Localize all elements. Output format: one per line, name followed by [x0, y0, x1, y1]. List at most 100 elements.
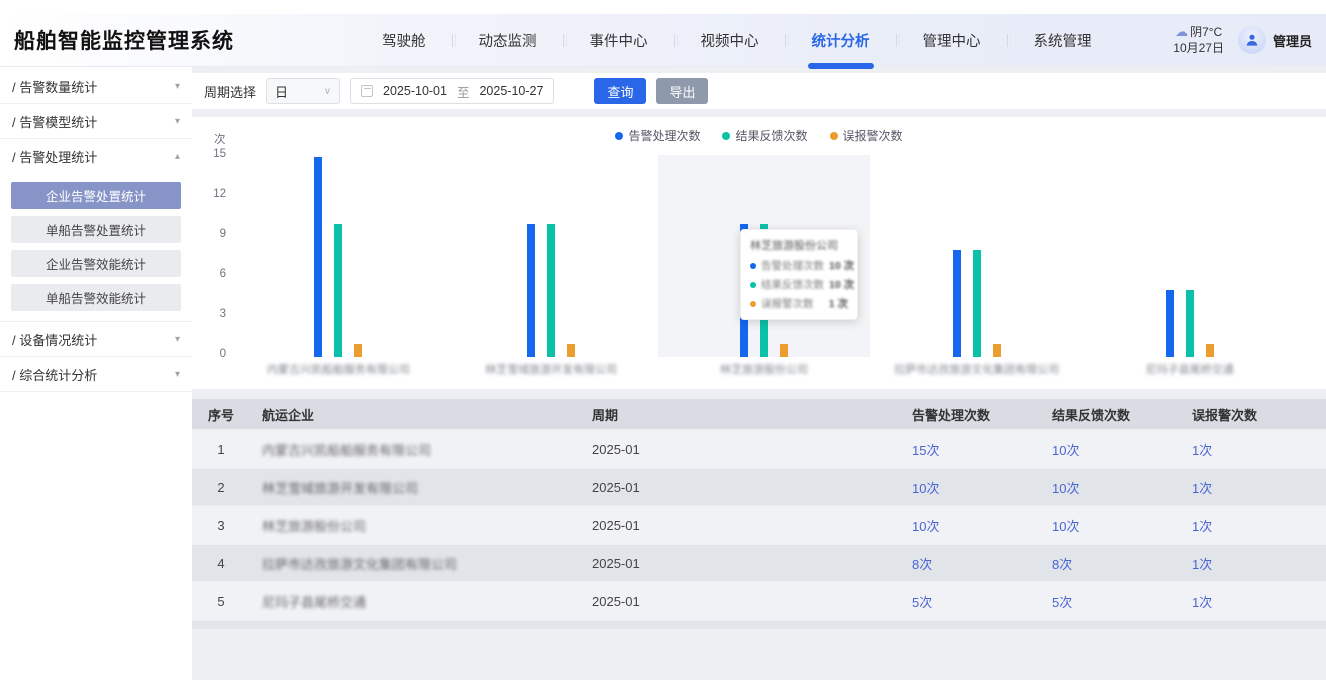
feedback-count-link[interactable]: 10次	[1052, 481, 1079, 496]
bar-误报警次数[interactable]	[1206, 344, 1214, 357]
handled-count-link[interactable]: 5次	[912, 595, 932, 610]
date-start[interactable]: 2025-10-01	[383, 84, 447, 98]
nav-item-statistics[interactable]: 统计分析	[786, 14, 896, 66]
chevron-down-icon: ∨	[324, 86, 331, 97]
feedback-count-link[interactable]: 8次	[1052, 557, 1072, 572]
chart-x-labels: 内蒙古兴凯船舶服务有限公司林芝雪域旅游开发有限公司林芝旅游股份公司拉萨市达孜旅游…	[232, 361, 1296, 377]
bar-告警处理次数[interactable]	[314, 157, 322, 357]
false-alarm-count-link[interactable]: 1次	[1192, 443, 1212, 458]
bar-告警处理次数[interactable]	[1166, 290, 1174, 357]
user-name: 管理员	[1273, 31, 1312, 50]
date-end[interactable]: 2025-10-27	[479, 84, 543, 98]
sidebar-item-alarm-count[interactable]: / 告警数量统计▾	[0, 69, 192, 103]
sidebar-group-label: / 告警处理统计	[12, 147, 97, 166]
sidebar-item-ship-alarm-disposal[interactable]: 单船告警处置统计	[11, 216, 181, 243]
handled-count-link[interactable]: 8次	[912, 557, 932, 572]
bar-告警处理次数[interactable]	[953, 250, 961, 357]
cell-false_alarm: 1次	[1180, 583, 1326, 619]
false-alarm-count-link[interactable]: 1次	[1192, 481, 1212, 496]
y-tick-label: 6	[192, 268, 226, 280]
nav-item-system-management[interactable]: 系统管理	[1008, 14, 1118, 66]
nav-item-event-center[interactable]: 事件中心	[564, 14, 674, 66]
avatar	[1238, 26, 1266, 54]
weather-date: 10月27日	[1173, 40, 1224, 56]
tooltip-title: 林芝旅游股份公司	[750, 237, 848, 253]
user-menu[interactable]: 管理员	[1238, 26, 1326, 54]
period-select[interactable]: 日 ∨	[266, 78, 340, 104]
bar-结果反馈次数[interactable]	[1186, 290, 1194, 357]
x-axis-label: 拉萨市达孜旅游文化集团有限公司	[870, 361, 1083, 377]
sidebar-item-alarm-model[interactable]: / 告警模型统计▾	[0, 104, 192, 138]
legend-item[interactable]: 告警处理次数	[615, 127, 700, 144]
legend-label: 误报警次数	[843, 127, 903, 144]
cell-seq: 3	[192, 507, 250, 543]
company-name: 拉萨市达孜旅游文化集团有限公司	[262, 557, 457, 572]
company-name: 林芝旅游股份公司	[262, 519, 366, 534]
handled-count-link[interactable]: 10次	[912, 519, 939, 534]
y-tick-label: 3	[192, 308, 226, 320]
sidebar: / 告警数量统计▾/ 告警模型统计▾/ 告警处理统计▴企业告警处置统计单船告警处…	[0, 67, 192, 680]
chevron-down-icon: ▾	[175, 81, 180, 92]
cell-company: 林芝雪域旅游开发有限公司	[250, 469, 580, 505]
bar-误报警次数[interactable]	[993, 344, 1001, 357]
column-header: 周期	[580, 399, 900, 429]
handled-count-link[interactable]: 15次	[912, 443, 939, 458]
sidebar-item-ship-alarm-efficiency[interactable]: 单船告警效能统计	[11, 284, 181, 311]
calendar-icon	[361, 85, 373, 97]
bar-误报警次数[interactable]	[354, 344, 362, 357]
sidebar-group-label: / 设备情况统计	[12, 330, 97, 349]
chart-category-band	[1083, 155, 1296, 357]
nav-item-management-center[interactable]: 管理中心	[897, 14, 1007, 66]
bar-告警处理次数[interactable]	[527, 224, 535, 357]
cell-feedback: 10次	[1040, 469, 1180, 505]
export-button[interactable]: 导出	[656, 78, 708, 104]
bar-结果反馈次数[interactable]	[547, 224, 555, 357]
nav-item-cockpit[interactable]: 驾驶舱	[356, 14, 452, 66]
feedback-count-link[interactable]: 10次	[1052, 519, 1079, 534]
legend-item[interactable]: 误报警次数	[830, 127, 903, 144]
search-button[interactable]: 查询	[594, 78, 646, 104]
sidebar-group-alarm-handling: / 告警处理统计▴ 企业告警处置统计单船告警处置统计企业告警效能统计单船告警效能统…	[0, 139, 192, 322]
y-tick-label: 9	[192, 228, 226, 240]
nav-item-label: 视频中心	[701, 30, 759, 51]
table-body: 1内蒙古兴凯船舶服务有限公司2025-0115次10次1次2林芝雪域旅游开发有限…	[192, 431, 1326, 619]
table-row: 5尼玛子县尾桥交通2025-015次5次1次	[192, 583, 1326, 619]
false-alarm-count-link[interactable]: 1次	[1192, 595, 1212, 610]
cell-seq: 5	[192, 583, 250, 619]
sidebar-item-alarm-handling[interactable]: / 告警处理统计▴	[0, 139, 192, 173]
cell-feedback: 10次	[1040, 431, 1180, 467]
sidebar-item-comprehensive-analysis[interactable]: / 综合统计分析▾	[0, 357, 192, 391]
handled-count-link[interactable]: 10次	[912, 481, 939, 496]
sidebar-item-device-status[interactable]: / 设备情况统计 ▾	[0, 322, 192, 356]
tooltip-series-dot	[750, 301, 756, 307]
feedback-count-link[interactable]: 10次	[1052, 443, 1079, 458]
cell-handled: 10次	[900, 469, 1040, 505]
false-alarm-count-link[interactable]: 1次	[1192, 519, 1212, 534]
tooltip-row: 结果反馈次数10 次	[750, 277, 848, 292]
date-range-picker[interactable]: 2025-10-01 至 2025-10-27	[350, 78, 554, 104]
table-row: 3林芝旅游股份公司2025-0110次10次1次	[192, 507, 1326, 543]
chart-category-band	[445, 155, 658, 357]
chevron-down-icon: ▾	[175, 334, 180, 345]
nav-item-video-center[interactable]: 视频中心	[675, 14, 785, 66]
sidebar-group-label: / 告警模型统计	[12, 112, 97, 131]
cloud-icon: ☁	[1175, 24, 1188, 39]
company-name: 尼玛子县尾桥交通	[262, 595, 366, 610]
feedback-count-link[interactable]: 5次	[1052, 595, 1072, 610]
app-header: 船舶智能监控管理系统 驾驶舱动态监测事件中心 视频中心 统计分析管理中心系统管理 ☁…	[0, 14, 1326, 67]
bar-误报警次数[interactable]	[567, 344, 575, 357]
legend-item[interactable]: 结果反馈次数	[722, 127, 807, 144]
bar-误报警次数[interactable]	[780, 344, 788, 357]
period-select-value: 日	[275, 82, 288, 101]
bar-结果反馈次数[interactable]	[973, 250, 981, 357]
sidebar-item-enterprise-alarm-disposal[interactable]: 企业告警处置统计	[11, 182, 181, 209]
tooltip-series-label: 误报警次数	[761, 296, 814, 311]
app-title: 船舶智能监控管理系统	[0, 25, 356, 55]
company-name: 内蒙古兴凯船舶服务有限公司	[262, 443, 431, 458]
nav-item-dynamic-monitor[interactable]: 动态监测	[453, 14, 563, 66]
false-alarm-count-link[interactable]: 1次	[1192, 557, 1212, 572]
bar-结果反馈次数[interactable]	[334, 224, 342, 357]
sidebar-group-label: / 综合统计分析	[12, 365, 97, 384]
sidebar-item-enterprise-alarm-efficiency[interactable]: 企业告警效能统计	[11, 250, 181, 277]
main-nav: 驾驶舱动态监测事件中心 视频中心 统计分析管理中心系统管理	[356, 14, 1173, 66]
